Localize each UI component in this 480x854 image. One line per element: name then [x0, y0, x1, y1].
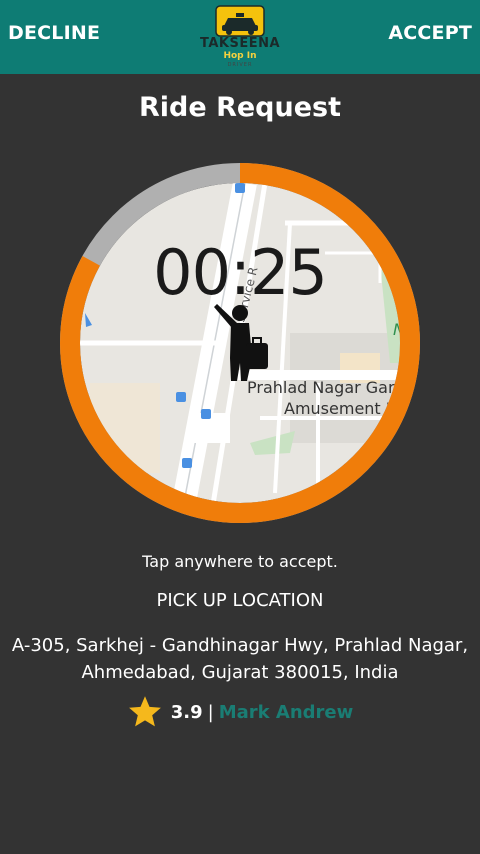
rating-separator: |	[207, 701, 214, 723]
accept-button[interactable]: ACCEPT	[388, 22, 472, 44]
star-icon	[128, 696, 161, 727]
countdown-timer: 00:25	[153, 236, 328, 309]
place-label-line1: Prahlad Nagar Gard	[247, 378, 404, 397]
pickup-address-line1: A-305, Sarkhej - Gandhinagar Hwy, Prahla…	[11, 635, 469, 656]
taxi-car-icon	[215, 5, 265, 37]
pickup-address: A-305, Sarkhej - Gandhinagar Hwy, Prahla…	[8, 632, 472, 686]
pickup-location-label: PICK UP LOCATION	[156, 590, 324, 611]
rider-name[interactable]: Mark Andrew	[219, 702, 354, 723]
rider-info: 3.9 | Mark Andrew	[0, 694, 480, 730]
takseena-logo: TAKSEENA Hop In DRIVER	[192, 4, 288, 70]
logo-tag: DRIVER	[227, 62, 253, 68]
pickup-address-line2: Ahmedabad, Gujarat 380015, India	[81, 662, 399, 683]
top-bar: DECLINE TAKSEENA Hop In DRIVER ACCEPT	[0, 0, 480, 74]
bus-stop-icon	[182, 458, 192, 468]
logo-subtext: Hop In	[223, 51, 257, 61]
bus-stop-icon	[201, 409, 211, 419]
logo-text: TAKSEENA	[199, 36, 281, 51]
place-label-line2: Amusement P	[284, 399, 396, 418]
countdown-dial[interactable]: Service R Nag Prahlad Nagar Gard Amuseme…	[60, 163, 420, 523]
tap-to-accept-hint: Tap anywhere to accept.	[142, 552, 338, 571]
bus-stop-icon	[176, 392, 186, 402]
decline-button[interactable]: DECLINE	[8, 22, 100, 44]
page-title: Ride Request	[138, 92, 342, 123]
rider-rating: 3.9	[170, 701, 203, 723]
